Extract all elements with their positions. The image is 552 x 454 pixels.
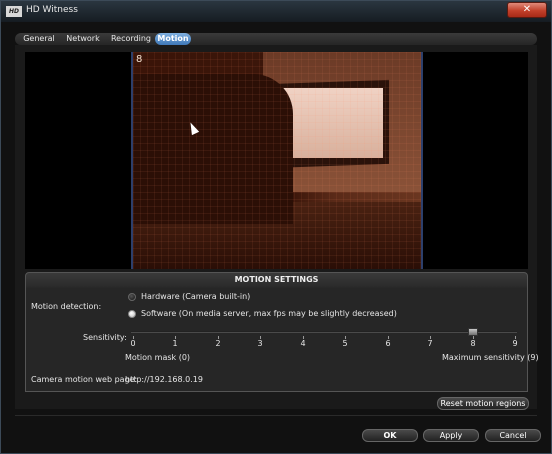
sensitivity-tick-label: 2 — [215, 339, 221, 348]
radio-hardware[interactable] — [128, 293, 136, 301]
sensitivity-tick-label: 8 — [470, 339, 476, 348]
tab-motion[interactable]: Motion — [155, 33, 191, 45]
footer-divider — [15, 415, 537, 416]
camera-preview[interactable]: 8 — [131, 52, 423, 269]
web-page-label: Camera motion web page: — [31, 375, 138, 384]
sensitivity-tick-label: 6 — [385, 339, 391, 348]
sensitivity-tick-label: 5 — [342, 339, 348, 348]
sensitivity-tick-label: 9 — [512, 339, 518, 348]
tab-general[interactable]: General — [19, 33, 59, 45]
close-button[interactable]: ✕ — [507, 2, 547, 18]
sensitivity-slider-thumb[interactable] — [468, 328, 478, 336]
app-logo-icon: HD — [6, 6, 22, 17]
sensitivity-tick-label: 0 — [130, 339, 136, 348]
sensitivity-tick-label: 1 — [172, 339, 178, 348]
radio-software-label[interactable]: Software (On media server, max fps may b… — [141, 309, 397, 318]
sensitivity-slider-track[interactable] — [131, 331, 517, 333]
tab-network[interactable]: Network — [63, 33, 103, 45]
ok-button[interactable]: OK — [362, 429, 418, 442]
tab-bar: General Network Recording Motion — [15, 33, 537, 45]
motion-detection-label: Motion detection: — [31, 302, 102, 311]
sensitivity-tick-label: 4 — [300, 339, 306, 348]
radio-hardware-label[interactable]: Hardware (Camera built-in) — [141, 292, 250, 301]
channel-number: 8 — [136, 54, 143, 65]
motion-grid-overlay[interactable] — [133, 52, 421, 269]
motion-settings-title: MOTION SETTINGS — [234, 275, 319, 284]
sensitivity-label: Sensitivity: — [83, 333, 127, 342]
web-page-url[interactable]: http://192.168.0.19 — [125, 375, 203, 384]
sensitivity-tick-label: 7 — [427, 339, 433, 348]
title-bar[interactable]: HD HD Witness ✕ — [1, 1, 551, 22]
sensitivity-min-label: Motion mask (0) — [125, 353, 191, 362]
reset-motion-regions-button[interactable]: Reset motion regions — [437, 397, 529, 410]
sensitivity-tick-label: 3 — [257, 339, 263, 348]
apply-button[interactable]: Apply — [423, 429, 479, 442]
sensitivity-max-label: Maximum sensitivity (9) — [442, 353, 539, 362]
tab-recording[interactable]: Recording — [107, 33, 155, 45]
window-title: HD Witness — [26, 5, 78, 15]
cancel-button[interactable]: Cancel — [485, 429, 541, 442]
dialog-window: HD HD Witness ✕ General Network Recordin… — [0, 0, 552, 454]
radio-software[interactable] — [128, 310, 136, 318]
